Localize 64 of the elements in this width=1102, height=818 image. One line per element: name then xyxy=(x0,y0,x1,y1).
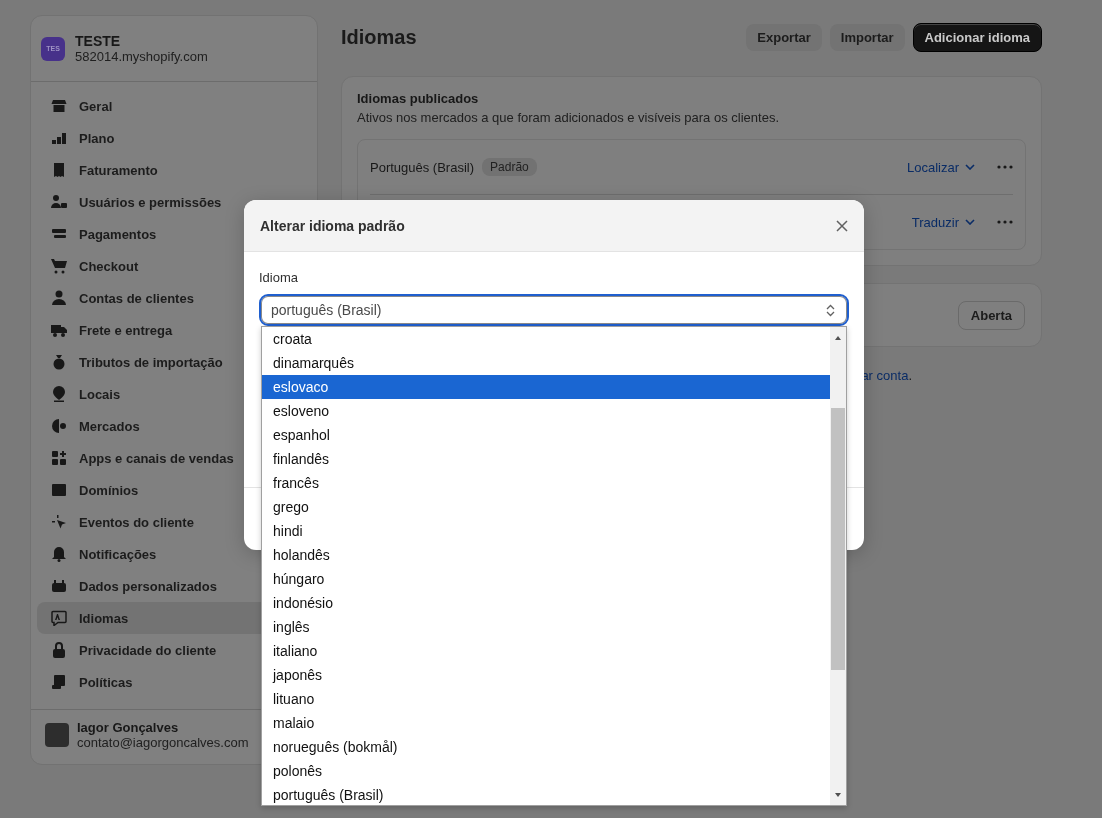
language-action-link[interactable]: Traduzir xyxy=(911,214,975,230)
more-icon[interactable] xyxy=(997,220,1013,224)
dropdown-option[interactable]: polonês xyxy=(262,759,830,783)
dropdown-option[interactable]: croata xyxy=(262,327,830,351)
field-label: Idioma xyxy=(259,270,300,287)
dropdown-option[interactable]: esloveno xyxy=(262,399,830,423)
add-language-button[interactable]: Adicionar idioma xyxy=(912,22,1042,52)
dialog-title: Alterar idioma padrão xyxy=(260,217,405,234)
truck-icon xyxy=(51,322,67,338)
lock-icon xyxy=(51,642,67,658)
users-icon xyxy=(51,194,67,210)
user-email: contato@iagorgoncalves.com xyxy=(77,735,249,750)
cursor-icon xyxy=(51,514,67,530)
apps-icon xyxy=(51,450,67,466)
bag-icon xyxy=(51,354,67,370)
store-domain: 582014.myshopify.com xyxy=(75,49,208,64)
store-name: TESTE xyxy=(75,33,122,49)
action-button[interactable]: Exportar xyxy=(746,23,822,51)
bar-chart-icon xyxy=(51,130,67,146)
default-badge: Padrão xyxy=(482,158,537,176)
status-button[interactable]: Aberta xyxy=(957,300,1025,330)
page-title: Idiomas xyxy=(341,25,417,49)
dropdown-option[interactable]: eslovaco xyxy=(262,375,830,399)
sidebar-item[interactable]: Plano xyxy=(37,122,311,154)
dropdown-option[interactable]: francês xyxy=(262,471,830,495)
dropdown-option[interactable]: norueguês (bokmål) xyxy=(262,735,830,759)
dropdown-option[interactable]: finlandês xyxy=(262,447,830,471)
receipt-icon xyxy=(51,162,67,178)
caret-icon xyxy=(965,164,975,170)
store-icon xyxy=(51,98,67,114)
action-button[interactable]: Importar xyxy=(829,23,905,51)
speech-bubble-icon xyxy=(51,610,67,626)
dropdown-option[interactable]: grego xyxy=(262,495,830,519)
language-select[interactable]: português (Brasil) xyxy=(259,294,849,326)
sidebar-item[interactable]: Geral xyxy=(37,90,311,122)
dropdown-option[interactable]: malaio xyxy=(262,711,830,735)
language-action-link[interactable]: Localizar xyxy=(906,159,975,175)
photo-placeholder xyxy=(45,723,69,747)
window-icon xyxy=(51,482,67,498)
dropdown-option[interactable]: hindi xyxy=(262,519,830,543)
language-name: Português (Brasil) xyxy=(370,159,475,175)
sidebar-item[interactable]: Usuários e permissões xyxy=(37,186,311,218)
dropdown-option[interactable]: espanhol xyxy=(262,423,830,447)
card-title: Idiomas publicados xyxy=(357,91,480,106)
close-icon[interactable] xyxy=(836,219,848,232)
dropdown-option[interactable]: holandês xyxy=(262,543,830,567)
pin-icon xyxy=(51,386,67,402)
caret-icon xyxy=(965,219,975,225)
person-icon xyxy=(51,290,67,306)
dropdown-option[interactable]: português (Brasil) xyxy=(262,783,830,807)
dropdown-option[interactable]: lituano xyxy=(262,687,830,711)
cart-icon xyxy=(51,258,67,274)
footnote-text: . xyxy=(908,368,912,383)
box-icon xyxy=(51,578,67,594)
more-icon[interactable] xyxy=(997,165,1013,169)
dropdown-option[interactable]: italiano xyxy=(262,639,830,663)
card-description: Ativos nos mercados a que foram adicionados e visíveis para os clientes. xyxy=(357,110,780,125)
dropdown-option[interactable]: japonês xyxy=(262,663,830,687)
user-name: Iagor Gonçalves xyxy=(77,720,180,735)
dropdown-option[interactable]: dinamarquês xyxy=(262,351,830,375)
sidebar-item[interactable]: Faturamento xyxy=(37,154,311,186)
bell-icon xyxy=(51,546,67,562)
updown-icon xyxy=(826,303,835,317)
dropdown-option[interactable]: húngaro xyxy=(262,567,830,591)
